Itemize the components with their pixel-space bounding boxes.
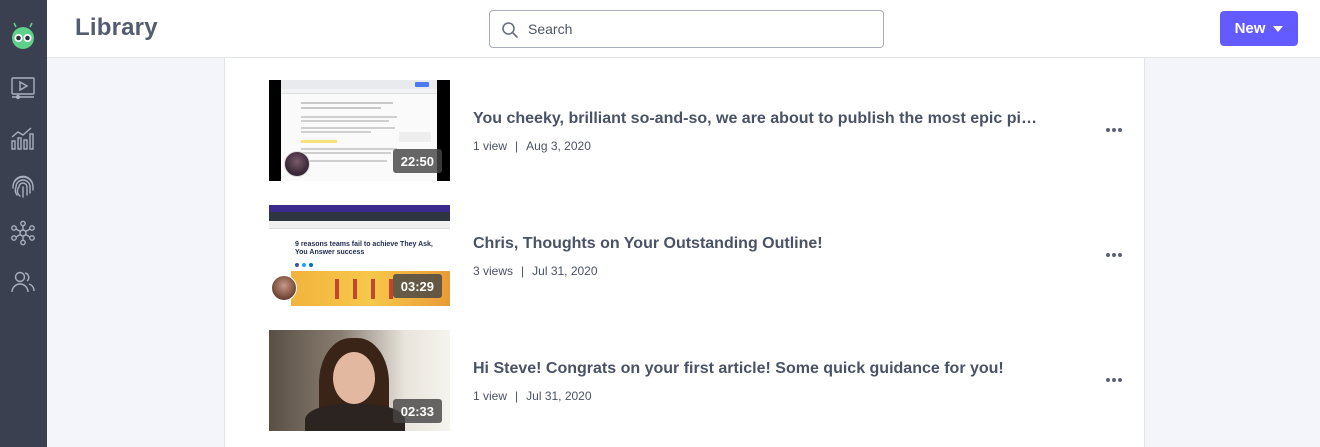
video-title[interactable]: Chris, Thoughts on Your Outstanding Outl… [473, 235, 1043, 253]
meta-separator: | [521, 264, 525, 278]
new-button-label: New [1234, 20, 1266, 37]
thumbnail-person-body [305, 404, 405, 431]
integrations-icon [11, 220, 35, 246]
fingerprint-icon [12, 175, 34, 198]
thumbnail-headline: 9 reasons teams fail to achieve They Ask… [295, 241, 433, 256]
video-title[interactable]: Hi Steve! Congrats on your first article… [473, 360, 1043, 378]
video-view-count: 1 view [473, 389, 508, 403]
video-duration: 22:50 [392, 149, 442, 173]
thumbnail-person-face [333, 352, 375, 404]
video-duration: 02:33 [392, 399, 442, 423]
video-row: 02:33 Hi Steve! Congrats on your first a… [225, 330, 1145, 431]
sidebar [0, 0, 47, 447]
sidebar-item-videos[interactable] [9, 74, 37, 102]
search-input[interactable] [528, 11, 873, 47]
video-view-count: 3 views [473, 264, 514, 278]
sidebar-item-analytics[interactable] [9, 124, 37, 152]
video-meta: 3 views | Jul 31, 2020 [473, 264, 598, 278]
video-thumbnail[interactable]: 9 reasons teams fail to achieve They Ask… [269, 205, 450, 306]
sidebar-item-fingerprint[interactable] [9, 172, 37, 200]
new-button[interactable]: New [1220, 11, 1298, 46]
search-box[interactable] [489, 10, 884, 48]
video-library-icon [11, 77, 35, 100]
ellipsis-icon [1106, 253, 1122, 257]
video-duration: 03:29 [392, 274, 442, 298]
top-header: Library New [47, 0, 1320, 58]
sidebar-item-integrations[interactable] [9, 219, 37, 247]
author-avatar [271, 275, 297, 301]
meta-separator: | [515, 389, 519, 403]
team-icon [11, 271, 35, 293]
video-thumbnail[interactable]: 02:33 [269, 330, 450, 431]
video-list: 22:50 You cheeky, brilliant so-and-so, w… [224, 58, 1145, 447]
author-avatar [284, 151, 310, 177]
caret-down-icon [1273, 25, 1284, 32]
ellipsis-icon [1106, 128, 1122, 132]
more-options-button[interactable] [1101, 370, 1127, 390]
video-date: Jul 31, 2020 [526, 389, 592, 403]
analytics-icon [11, 127, 34, 150]
sidebar-item-team[interactable] [9, 268, 37, 296]
video-date: Aug 3, 2020 [526, 139, 591, 153]
video-meta: 1 view | Jul 31, 2020 [473, 389, 592, 403]
page-title: Library [75, 14, 158, 41]
more-options-button[interactable] [1101, 245, 1127, 265]
app-logo-icon[interactable] [9, 21, 37, 49]
video-meta: 1 view | Aug 3, 2020 [473, 139, 591, 153]
ellipsis-icon [1106, 378, 1122, 382]
meta-separator: | [515, 139, 519, 153]
video-row: 9 reasons teams fail to achieve They Ask… [225, 205, 1145, 306]
video-view-count: 1 view [473, 139, 508, 153]
search-icon [502, 22, 518, 38]
video-title[interactable]: You cheeky, brilliant so-and-so, we are … [473, 110, 1043, 128]
more-options-button[interactable] [1101, 120, 1127, 140]
video-thumbnail[interactable]: 22:50 [269, 80, 450, 181]
video-date: Jul 31, 2020 [532, 264, 598, 278]
video-row: 22:50 You cheeky, brilliant so-and-so, w… [225, 80, 1145, 181]
